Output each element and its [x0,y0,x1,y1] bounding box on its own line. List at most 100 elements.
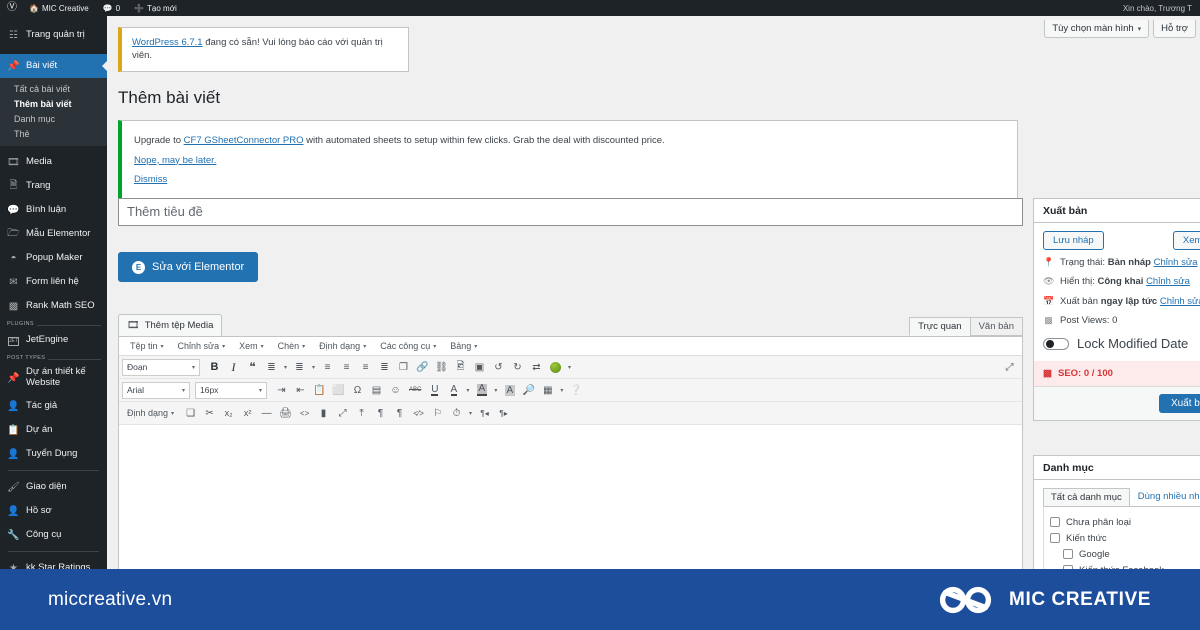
submenu-add-post[interactable]: Thêm bài viết [0,96,107,111]
submenu-categories[interactable]: Danh mục [0,111,107,126]
underline-icon[interactable]: U [425,381,444,400]
anchor-icon[interactable]: ⚐ [428,404,447,423]
clear-formatting-icon[interactable]: ⬜ [329,381,348,400]
subscript-icon[interactable]: x₂ [219,404,238,423]
tab-most-used[interactable]: Dùng nhiều nhất [1130,488,1200,506]
sidebar-item-profile[interactable]: 👤 Hồ sơ [0,499,107,523]
highlight-color-icon[interactable]: A [472,381,491,400]
font-size-select[interactable]: 16px ▾ [195,381,267,399]
editor-menu-insert[interactable]: Chèn ▾ [271,341,313,351]
tab-text[interactable]: Văn bản [969,317,1023,336]
superscript-icon[interactable]: x² [238,404,257,423]
paragraph-style-select[interactable]: Đoạn ▾ [122,358,200,376]
emoticon-icon[interactable]: ☺ [386,381,405,400]
insert-image-icon[interactable]: 🖻 [451,358,470,377]
help-button[interactable]: Hỗ trợ [1153,20,1196,38]
category-checkbox[interactable] [1050,533,1060,543]
sidebar-item-comments[interactable]: 💬 Bình luận [0,198,107,222]
list-item[interactable]: Chưa phân loại [1050,514,1200,530]
copy-icon[interactable]: ❐ [394,358,413,377]
fullscreen-expand-icon[interactable]: ⤢ [1000,358,1019,377]
duplicate-icon[interactable]: ❏ [181,404,200,423]
edit-schedule-link[interactable]: Chỉnh sửa [1160,296,1200,307]
font-family-select[interactable]: Arial ▾ [122,381,190,399]
add-media-button[interactable]: 🎞 Thêm tệp Media [118,314,223,336]
sidebar-item-elementor-templates[interactable]: 🗁 Mẫu Elementor [0,222,107,246]
text-color-icon[interactable]: A [444,381,463,400]
categories-checklist[interactable]: Chưa phân loại Kiến thức Google Kiến thứ… [1043,506,1200,578]
sidebar-item-projects[interactable]: 📋 Dự án [0,418,107,442]
editor-menu-tools[interactable]: Các công cụ ▾ [373,341,443,351]
insert-table-caret-icon[interactable]: ▾ [557,381,566,400]
strikethrough-abc-icon[interactable]: ABC [405,381,425,400]
insert-horizontal-line-icon[interactable]: ▤ [367,381,386,400]
insert-datetime-icon[interactable]: ⏱ [447,404,466,423]
wp-logo-button[interactable]: Ⓥ [0,0,22,16]
editor-menu-edit[interactable]: Chỉnh sửa ▾ [171,341,233,351]
save-draft-button[interactable]: Lưu nháp [1043,231,1104,250]
new-content-button[interactable]: ➕ Tạo mới [127,0,184,16]
list-item[interactable]: Google [1050,546,1200,562]
nope-maybe-later-link[interactable]: Nope, may be later. [134,151,1005,171]
sidebar-item-jetengine[interactable]: JET JetEngine [0,328,107,352]
increase-indent-icon[interactable]: ⇥ [272,381,291,400]
sidebar-item-recruitment[interactable]: 👤 Tuyển Dụng [0,442,107,466]
shortcode-icon[interactable]: ⇄ [527,358,546,377]
align-center-icon[interactable]: ≡ [337,358,356,377]
tab-all-categories[interactable]: Tất cả danh mục [1043,488,1130,506]
insert-table-icon[interactable]: ▦ [538,381,557,400]
format-menu-button[interactable]: Định dạng ▾ [122,408,181,418]
editor-menu-view[interactable]: Xem ▾ [232,341,271,351]
sidebar-item-media[interactable]: 🎞 Media [0,150,107,174]
italic-icon[interactable]: I [224,358,243,377]
sidebar-item-dashboard[interactable]: ☷ Trang quản trị [0,23,107,47]
gsheetconnector-pro-link[interactable]: CF7 GSheetConnector PRO [184,135,304,146]
lock-modified-date-toggle[interactable] [1043,337,1069,350]
blockquote-icon[interactable]: ❝ [243,358,262,377]
wordpress-version-link[interactable]: WordPress 6.7.1 [132,37,203,48]
numbered-list-caret-icon[interactable]: ▾ [309,358,318,377]
submenu-all-posts[interactable]: Tất cả bài viết [0,81,107,96]
upload-icon[interactable]: ⤒ [352,404,371,423]
align-justify-icon[interactable]: ≣ [375,358,394,377]
sidebar-item-website-projects[interactable]: 📌 Dự án thiết kế Website [0,362,107,394]
sidebar-item-pages[interactable]: 🗎 Trang [0,174,107,198]
sidebar-item-tools[interactable]: 🔧 Công cụ [0,523,107,547]
read-more-icon[interactable]: ▣ [470,358,489,377]
undo-icon[interactable]: ↺ [489,358,508,377]
decrease-indent-icon[interactable]: ⇤ [291,381,310,400]
print-icon[interactable]: 🖨 [276,404,295,423]
show-invisible-icon[interactable]: ¶ [390,404,409,423]
bold-icon[interactable]: B [205,358,224,377]
editor-menu-file[interactable]: Tệp tin ▾ [123,341,171,351]
comments-button[interactable]: 💬 0 [96,0,127,16]
green-leaf-caret-icon[interactable]: ▾ [565,358,574,377]
source-code-icon[interactable]: <> [295,404,314,423]
editor-menu-format[interactable]: Định dạng ▾ [312,341,373,351]
dismiss-link[interactable]: Dismiss [134,170,1005,190]
rtl-icon[interactable]: ¶▸ [494,404,513,423]
insert-link-icon[interactable]: 🔗 [413,358,432,377]
tab-visual[interactable]: Trực quan [909,317,971,336]
align-left-icon[interactable]: ≡ [318,358,337,377]
paragraph-icon[interactable]: ¶ [371,404,390,423]
post-title-input[interactable]: Thêm tiêu đề [118,198,1023,226]
bullet-list-caret-icon[interactable]: ▾ [281,358,290,377]
paste-as-text-icon[interactable]: 📋 [310,381,329,400]
preview-button[interactable]: Xem th [1172,231,1200,250]
sidebar-item-contact-form[interactable]: ✉ Form liên hệ [0,270,107,294]
help-circle-icon[interactable]: ❔ [566,381,585,400]
screen-options-button[interactable]: Tùy chọn màn hình ▾ [1044,20,1150,38]
search-replace-icon[interactable]: 🔎 [519,381,538,400]
redo-icon[interactable]: ↻ [508,358,527,377]
green-leaf-icon[interactable] [546,358,565,377]
sidebar-item-popup-maker[interactable]: ◓ Popup Maker [0,246,107,270]
code-sample-icon[interactable]: <⁄> [409,404,428,423]
my-account-button[interactable]: Xin chào, Trương T [1123,4,1200,13]
insert-datetime-caret-icon[interactable]: ▾ [466,404,475,423]
submenu-tags[interactable]: Thẻ [0,126,107,141]
text-color-caret-icon[interactable]: ▾ [463,381,472,400]
horizontal-rule-icon[interactable]: — [257,404,276,423]
site-name-button[interactable]: 🏠 MIC Creative [22,0,96,16]
remove-link-icon[interactable]: ⛓ [432,358,451,377]
